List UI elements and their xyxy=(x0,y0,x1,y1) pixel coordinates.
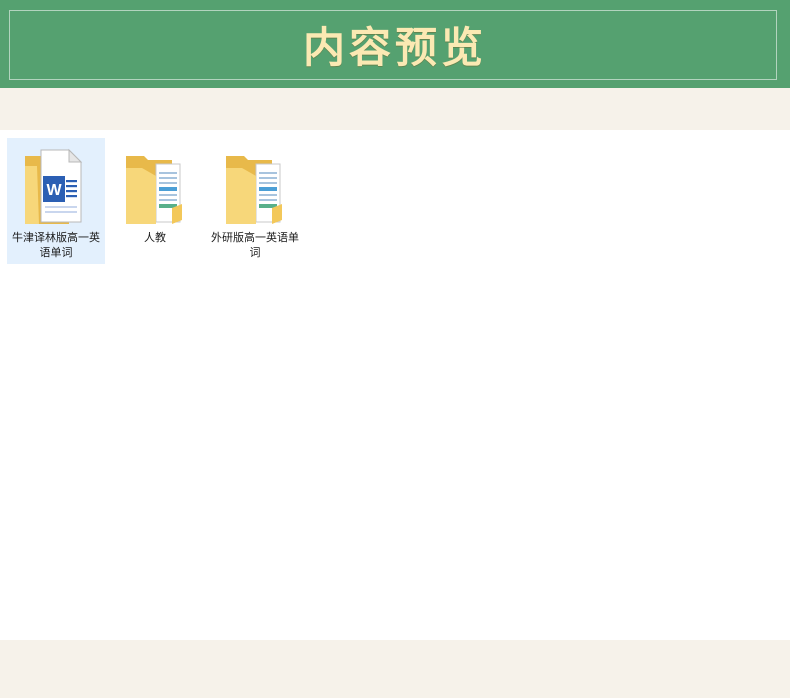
file-label: 外研版高一英语单词 xyxy=(211,231,299,259)
bottom-band xyxy=(0,640,790,698)
word-document-icon: W xyxy=(25,148,83,224)
folder-icon xyxy=(126,156,182,224)
page-title: 内容预览 xyxy=(302,22,487,72)
folder-icon xyxy=(226,156,282,224)
file-label: 人教 xyxy=(144,231,166,244)
file-label: 牛津译林版高一英语单词 xyxy=(12,231,100,259)
svg-text:W: W xyxy=(46,182,62,199)
top-band xyxy=(0,88,790,130)
folder-item-waiyan[interactable]: 外研版高一英语单词 xyxy=(206,138,304,264)
file-grid: W 牛津译林版高一英语单词 人教 外研版高一英语单词 xyxy=(0,130,790,640)
folder-item-renjiao[interactable]: 人教 xyxy=(106,138,204,264)
file-item-word-document[interactable]: W 牛津译林版高一英语单词 xyxy=(7,138,105,264)
